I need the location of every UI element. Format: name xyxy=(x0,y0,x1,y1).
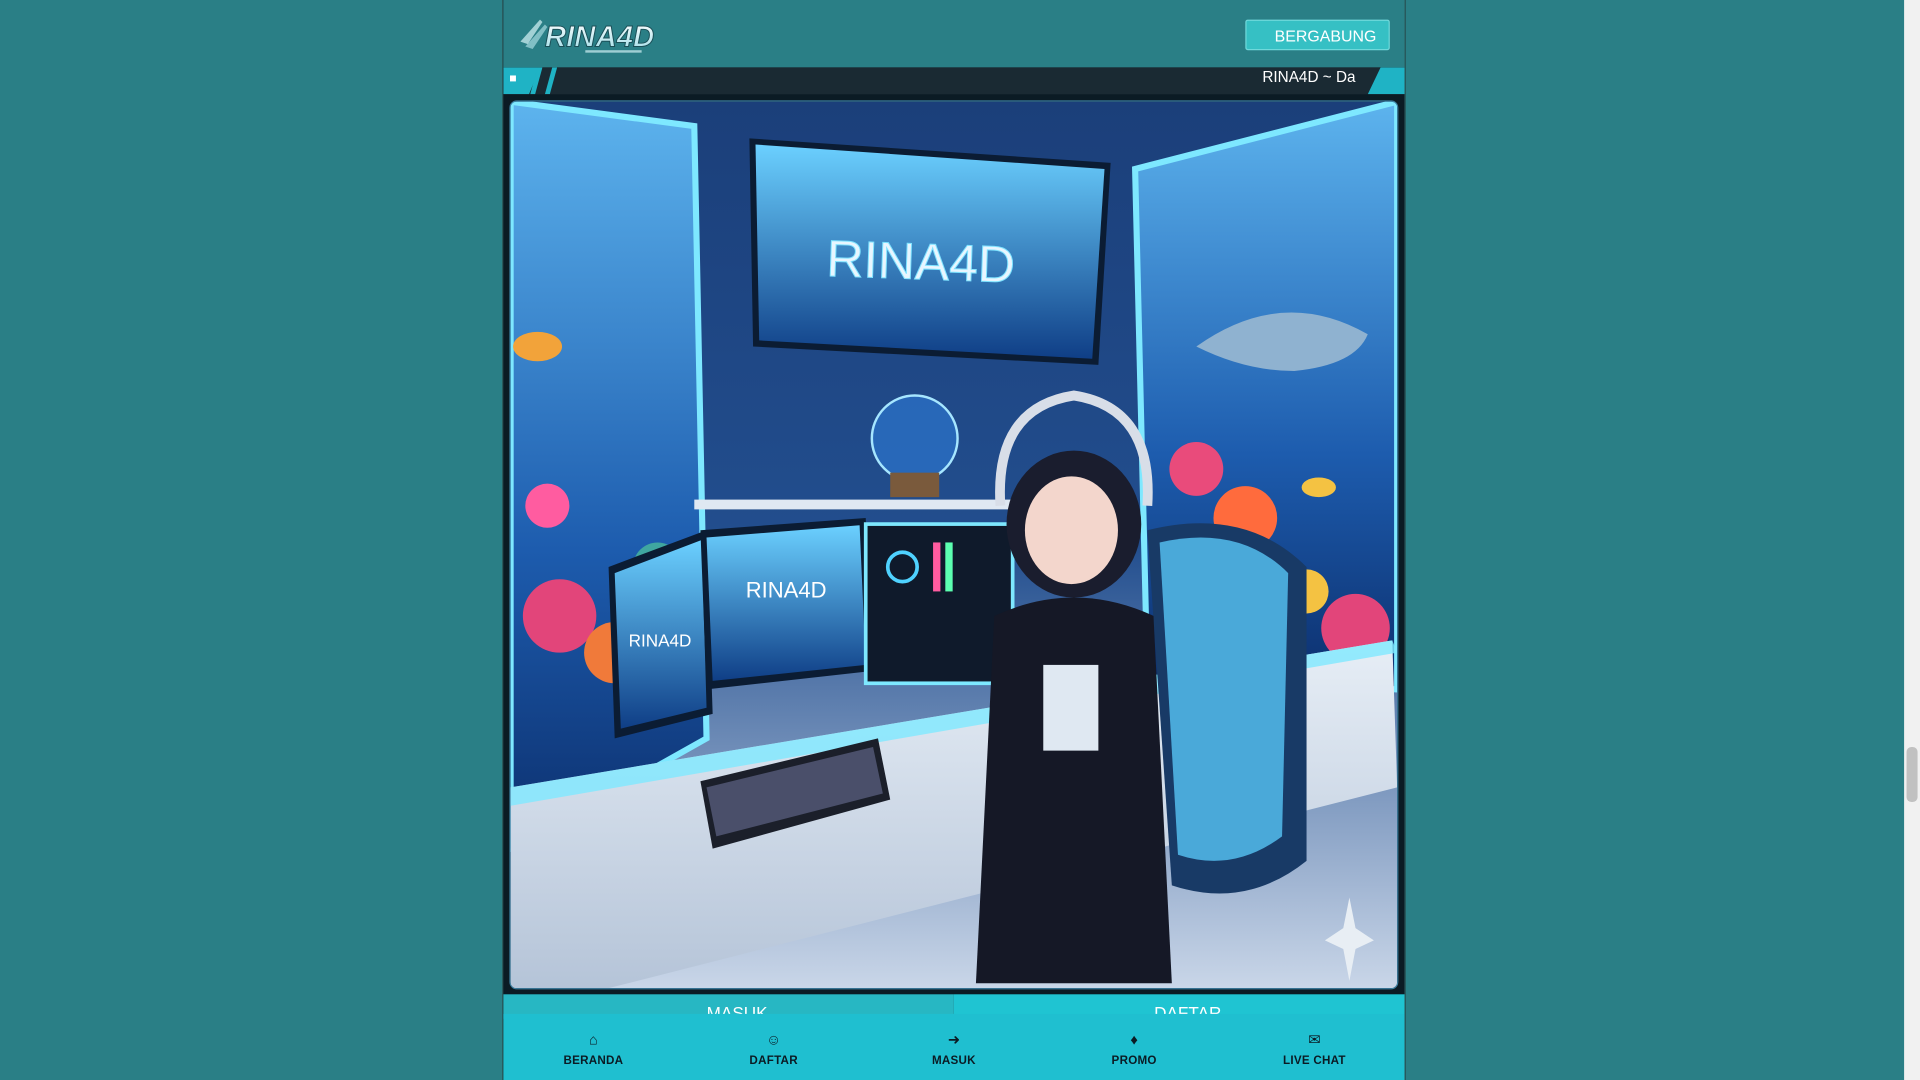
nav-label: LIVE CHAT xyxy=(1283,1054,1346,1068)
hero-banner[interactable]: RINA4D RINA4D RINA4D xyxy=(509,100,1399,990)
nav-label: DAFTAR xyxy=(749,1054,798,1068)
home-icon: ⌂ xyxy=(588,1031,598,1049)
nav-live-chat[interactable]: ✉ LIVE CHAT xyxy=(1224,1014,1404,1080)
chat-icon: ✉ xyxy=(1308,1031,1321,1049)
site-logo[interactable]: RINA4D xyxy=(518,15,682,57)
header: RINA4D BERGABUNG xyxy=(503,0,1405,69)
gift-icon: ♦ xyxy=(1130,1031,1138,1049)
ticker-text: RINA4D ~ Da xyxy=(1262,68,1356,86)
nav-masuk[interactable]: ➜ MASUK xyxy=(864,1014,1044,1080)
bottom-navigation: ⌂ BERANDA ☺ DAFTAR ➜ MASUK ♦ PROMO ✉ LIV… xyxy=(503,1013,1405,1080)
user-plus-icon: ☺ xyxy=(766,1031,782,1049)
ticker-end xyxy=(1367,67,1405,95)
main-column: RINA4D BERGABUNG ■ RINA4D ~ Da RINA4D RI… xyxy=(502,0,1406,1080)
hero-illustration: RINA4D RINA4D RINA4D xyxy=(510,101,1398,989)
ticker-slash xyxy=(544,67,558,95)
nav-label: BERANDA xyxy=(563,1054,624,1068)
join-button[interactable]: BERGABUNG xyxy=(1245,19,1390,51)
center-monitor-text: RINA4D xyxy=(746,578,827,603)
logo-text: RINA4D xyxy=(545,21,654,54)
megaphone-icon: ■ xyxy=(509,72,517,86)
nav-beranda[interactable]: ⌂ BERANDA xyxy=(503,1014,683,1080)
nav-daftar[interactable]: ☺ DAFTAR xyxy=(684,1014,864,1080)
nav-promo[interactable]: ♦ PROMO xyxy=(1044,1014,1224,1080)
page: RINA4D BERGABUNG ■ RINA4D ~ Da RINA4D RI… xyxy=(0,0,1920,1080)
left-monitor-text: RINA4D xyxy=(629,631,692,651)
login-icon: ➜ xyxy=(947,1031,961,1049)
tv-screen-text: RINA4D xyxy=(826,229,1016,294)
nav-label: MASUK xyxy=(931,1054,976,1068)
logo-graphic: RINA4D xyxy=(520,19,655,54)
page-scrollbar[interactable] xyxy=(1904,0,1920,1080)
nav-label: PROMO xyxy=(1111,1054,1157,1068)
announcement-ticker: ■ RINA4D ~ Da xyxy=(503,67,1405,95)
scrollbar-thumb[interactable] xyxy=(1906,746,1918,803)
